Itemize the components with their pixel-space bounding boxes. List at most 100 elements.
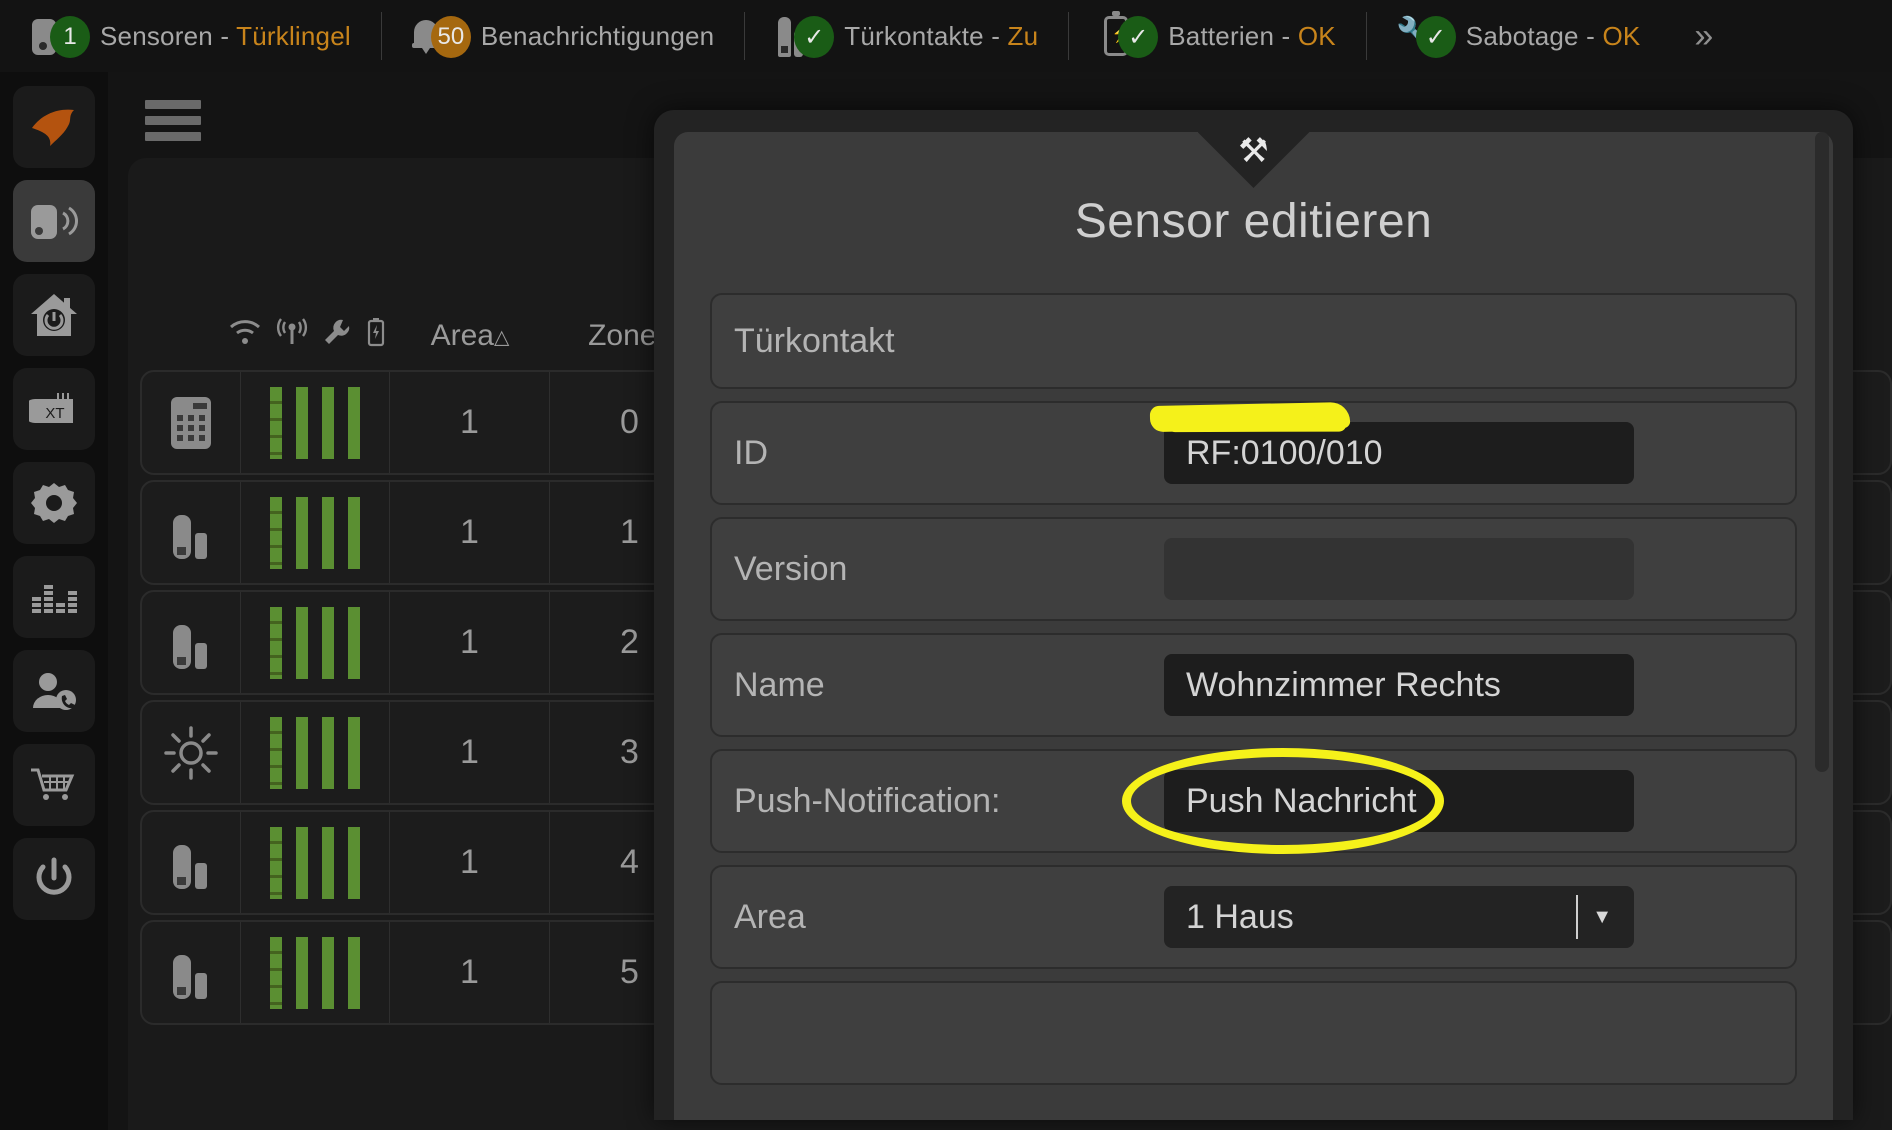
sidebar-item-home[interactable] [13,274,95,356]
sort-triangle-icon: △ [493,326,510,349]
sensor-name-field[interactable]: Wohnzimmer Rechts [1164,654,1634,716]
chevron-down-icon[interactable]: ▼ [1592,906,1612,929]
signal-bars [240,702,390,803]
signal-bars [240,482,390,583]
sensor-type-row: Türkontakt [710,293,1797,389]
scrollbar-thumb[interactable] [1815,132,1829,772]
sun-icon [142,725,240,780]
signal-bars [240,592,390,693]
status-item-label: Benachrichtigungen [480,20,715,51]
sidebar-item-power[interactable] [13,838,95,920]
sensors-icon [27,199,81,243]
sidebar-item-statistics[interactable] [13,556,95,638]
status-badge-check: ✓ [1118,16,1159,58]
status-badge-check: ✓ [794,16,835,58]
dialog-scrollbar[interactable] [1815,132,1829,1120]
left-sidebar: XT [0,72,108,1130]
sensor-id-value: RF:0100/010 [1186,433,1383,472]
notification-count-badge: 50 [430,16,471,58]
push-notification-row: Push-Notification: Push Nachricht [710,748,1797,854]
status-item-label: Batterien - OK [1168,20,1336,51]
status-item-tuerkontakte[interactable]: ✓ Türkontakte - Zu [744,0,1068,72]
door-contact-icon: ✓ [774,13,835,59]
field-label: Area [734,897,806,936]
logo-fox-icon [28,106,80,148]
push-notification-value: Push Nachricht [1186,781,1417,820]
field-label: Push-Notification: [734,781,1001,820]
signal-bars [240,812,390,913]
door-contact-icon [142,835,240,891]
sidebar-item-sensors[interactable] [13,180,95,262]
status-badge: 1 [50,16,90,58]
wrench-icon: 🔧 ✓ [1396,13,1456,59]
cell-area: 1 [390,812,550,913]
app-root: 1 Sensoren - Türklingel 50 Benachrichtig… [0,0,1892,1130]
area-select-value: 1 Haus [1186,897,1294,936]
column-header-area[interactable]: Area△ [390,319,550,353]
cell-area: 1 [390,482,550,583]
sensor-icon: 1 [30,13,90,59]
status-item-sabotage[interactable]: 🔧 ✓ Sabotage - OK [1365,0,1671,72]
signal-bars [240,922,390,1023]
status-item-value: Türklingel [236,20,351,51]
field-label: Türkontakt [734,321,895,360]
settings-gear-icon [31,480,77,526]
wrench-icon [322,318,352,354]
field-label: ID [734,433,768,472]
sensor-id-field[interactable]: RF:0100/010 [1149,401,1634,484]
sidebar-item-logo-fox[interactable] [13,86,95,168]
yellow-marker-strikeout-annotation [1149,401,1351,433]
door-contact-icon [142,505,240,561]
door-contact-icon [142,615,240,671]
signal-bars [240,372,390,473]
cell-area: 1 [390,702,550,803]
chevron-right-overflow-icon[interactable]: » [1670,17,1737,56]
area-row: Area 1 Haus ▼ [710,865,1797,969]
status-item-label: Sensoren - Türklingel [100,20,351,51]
sensor-version-row: Version [710,517,1797,621]
cell-area: 1 [390,372,550,473]
bell-icon: 50 [411,13,471,59]
sensor-version-field[interactable] [1164,538,1634,600]
sidebar-item-shop[interactable] [13,744,95,826]
home-power-icon [29,292,79,338]
field-label: Name [734,665,825,704]
status-badge-check: ✓ [1415,16,1456,58]
status-item-label: Türkontakte - Zu [844,20,1039,51]
status-item-value: OK [1297,20,1336,51]
battery-icon [366,317,386,355]
user-call-icon [30,670,78,712]
sidebar-item-settings[interactable] [13,462,95,544]
sensor-name-row: Name Wohnzimmer Rechts [710,633,1797,737]
status-item-sensoren[interactable]: 1 Sensoren - Türklingel [0,0,381,72]
status-item-benachrichtigungen[interactable]: 50 Benachrichtigungen [380,0,744,72]
sensor-id-row: ID RF:0100/010 [710,401,1797,505]
signal-icon [276,318,308,354]
sensor-name-value: Wohnzimmer Rechts [1186,665,1501,704]
cell-area: 1 [390,592,550,693]
top-status-bar: 1 Sensoren - Türklingel 50 Benachrichtig… [0,0,1892,72]
status-item-value: OK [1602,20,1641,51]
dialog-body: ⚒ Sensor editieren Türkontakt ID RF:0100… [674,132,1833,1120]
equalizer-icon [30,577,78,617]
sensor-edit-dialog: ⚒ Sensor editieren Türkontakt ID RF:0100… [654,110,1853,1120]
battery-icon: ⚡ ✓ [1098,11,1159,59]
area-select[interactable]: 1 Haus ▼ [1164,886,1634,948]
sidebar-item-xt[interactable]: XT [13,368,95,450]
door-contact-icon [142,945,240,1001]
wifi-icon [228,318,262,354]
status-item-label: Sabotage - OK [1465,20,1641,51]
next-field-row-partial [710,981,1797,1085]
power-icon [32,856,76,902]
select-divider [1576,895,1578,939]
svg-text:XT: XT [45,405,64,422]
xt-keypad-icon: XT [29,391,79,427]
cell-area: 1 [390,922,550,1023]
sidebar-item-contacts[interactable] [13,650,95,732]
field-label: Version [734,549,848,588]
status-item-value: Zu [1007,20,1039,51]
hamburger-menu-icon[interactable] [145,100,201,148]
cart-icon [29,766,79,804]
push-notification-field[interactable]: Push Nachricht [1122,748,1634,854]
status-item-batterien[interactable]: ⚡ ✓ Batterien - OK [1068,0,1366,72]
